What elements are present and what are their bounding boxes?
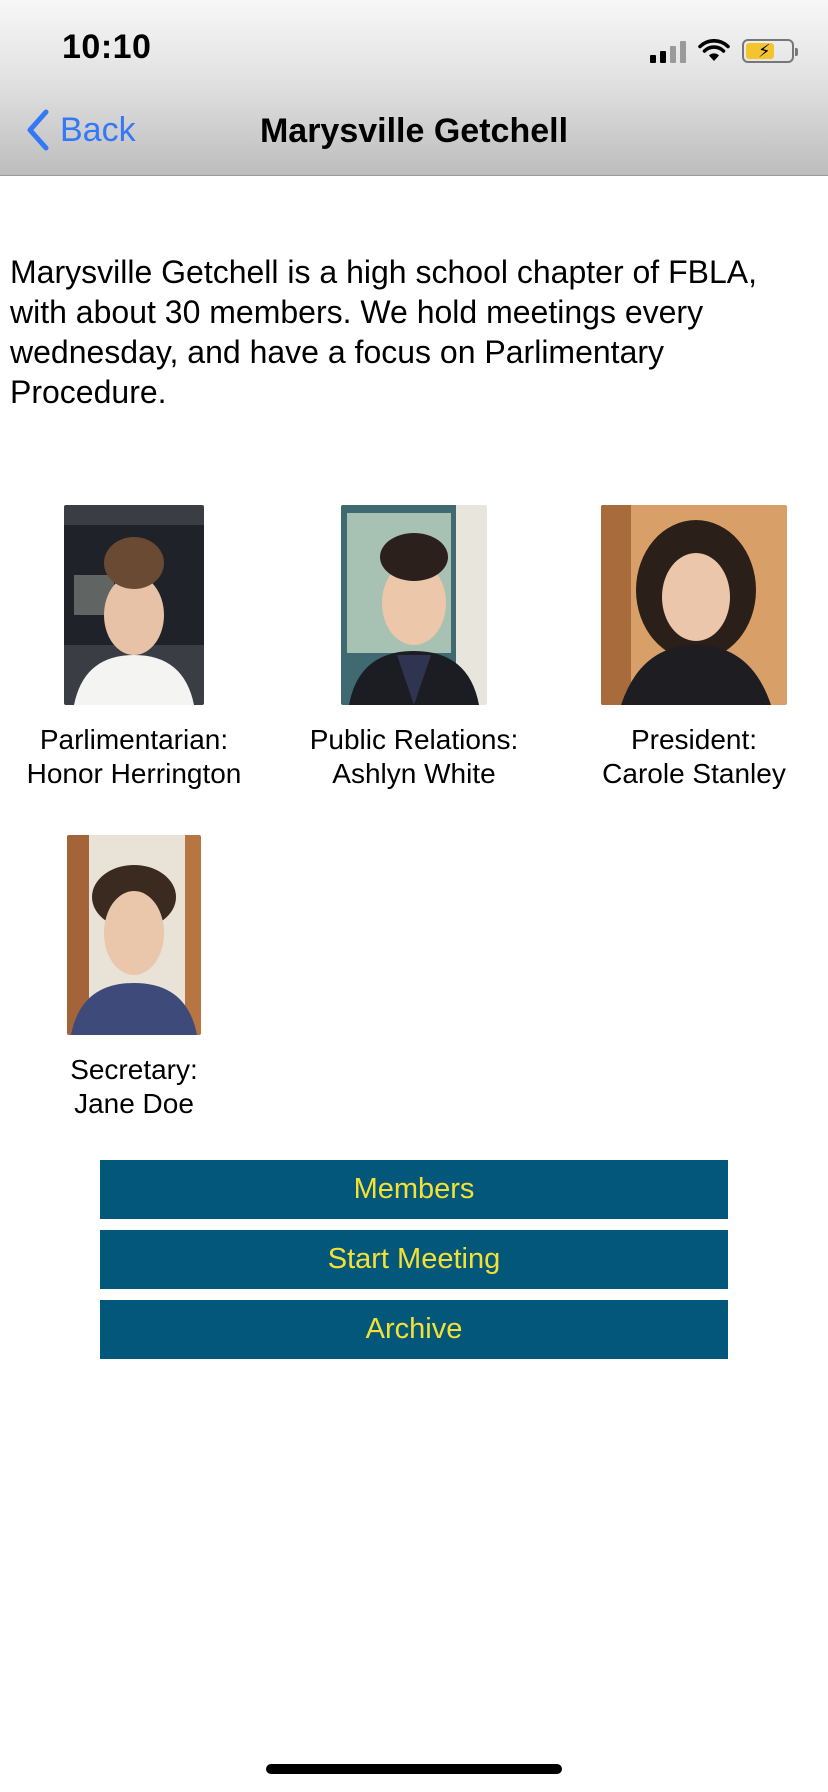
officer-card: Secretary: Jane Doe	[0, 835, 268, 1121]
wifi-icon	[698, 39, 730, 63]
start-meeting-button[interactable]: Start Meeting	[100, 1230, 728, 1289]
officer-photo	[67, 835, 201, 1035]
home-indicator[interactable]	[266, 1764, 562, 1774]
battery-charging-icon: ⚡	[742, 39, 798, 63]
chapter-description: Marysville Getchell is a high school cha…	[10, 254, 757, 410]
status-time: 10:10	[62, 28, 152, 66]
archive-button[interactable]: Archive	[100, 1300, 728, 1359]
officer-card: Parlimentarian: Honor Herrington	[0, 505, 268, 791]
page-title: Marysville Getchell	[259, 112, 569, 150]
officer-photo	[341, 505, 487, 705]
officer-photo	[64, 505, 204, 705]
officer-name: Honor Herrington	[26, 758, 242, 789]
officer-photo	[601, 505, 787, 705]
officer-role: Secretary:	[70, 1054, 198, 1085]
officer-name: Jane Doe	[74, 1088, 194, 1119]
officer-name: Ashlyn White	[332, 758, 496, 789]
status-icons: ⚡	[650, 36, 798, 66]
members-button[interactable]: Members	[100, 1160, 728, 1219]
officer-role: Public Relations:	[309, 724, 519, 755]
officer-card: President: Carole Stanley	[560, 505, 828, 791]
officer-role: Parlimentarian:	[39, 724, 229, 755]
top-bar: 10:10 ⚡ Back Marysville Getchell	[0, 0, 828, 176]
screen: 10:10 ⚡ Back Marysville Getchell Marysvi…	[0, 0, 828, 1792]
officer-card: Public Relations: Ashlyn White	[278, 505, 550, 791]
cellular-signal-icon	[650, 39, 686, 63]
officer-name: Carole Stanley	[602, 758, 786, 789]
officer-role: President:	[630, 724, 758, 755]
